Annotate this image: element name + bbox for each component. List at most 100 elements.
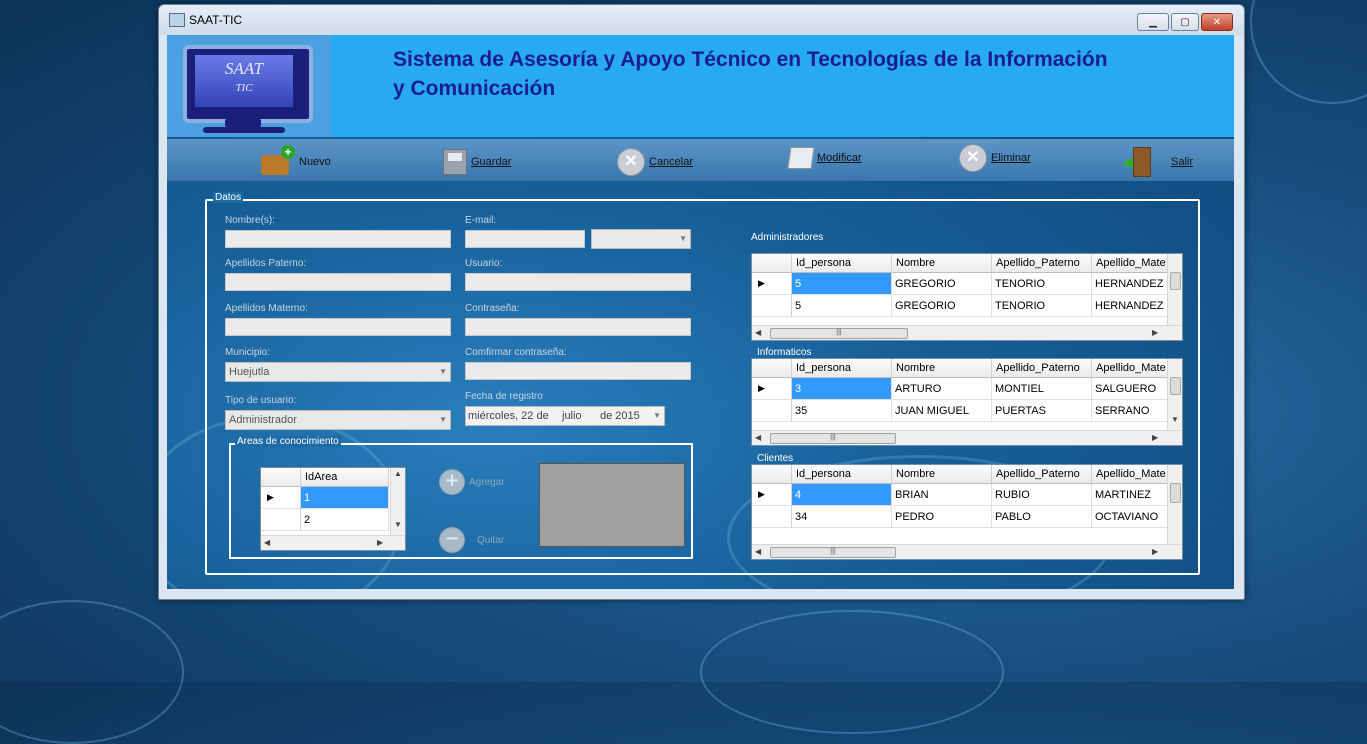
column-header[interactable]: Apellido_Mate: [1092, 465, 1168, 484]
row-selector[interactable]: [752, 295, 792, 317]
new-label: Nuevo: [299, 156, 331, 168]
row-selector[interactable]: ▶: [261, 487, 301, 509]
table-cell[interactable]: 4: [792, 484, 892, 506]
exit-button[interactable]: Salir: [1122, 147, 1193, 177]
table-cell[interactable]: 1: [301, 487, 389, 509]
column-header[interactable]: Nombre: [892, 254, 992, 273]
horizontal-scrollbar[interactable]: ◀ ||| ▶: [752, 325, 1182, 340]
table-cell[interactable]: PUERTAS: [992, 400, 1092, 422]
table-cell[interactable]: 35: [792, 400, 892, 422]
row-selector[interactable]: [261, 509, 301, 531]
table-cell[interactable]: SALGUERO: [1092, 378, 1168, 400]
table-cell[interactable]: 5: [792, 273, 892, 295]
table-cell[interactable]: PABLO: [992, 506, 1092, 528]
vertical-scrollbar[interactable]: ▼: [1167, 359, 1182, 431]
apellido-materno-label: Apellidos Materno:: [225, 303, 308, 314]
maximize-button[interactable]: ▢: [1171, 13, 1199, 31]
table-cell[interactable]: BRIAN: [892, 484, 992, 506]
municipio-select[interactable]: Huejutla ▼: [225, 362, 451, 382]
table-cell[interactable]: JUAN MIGUEL: [892, 400, 992, 422]
table-cell[interactable]: TENORIO: [992, 295, 1092, 317]
email-label: E-mail:: [465, 215, 497, 226]
contrasena-field[interactable]: [465, 318, 691, 336]
column-header[interactable]: Id_persona: [792, 359, 892, 378]
confirmar-contrasena-field[interactable]: [465, 362, 691, 380]
row-selector[interactable]: ▶: [752, 273, 792, 295]
new-button[interactable]: Nuevo: [261, 145, 331, 177]
column-header[interactable]: Id_persona: [792, 254, 892, 273]
informaticos-label: Informaticos: [757, 347, 812, 358]
tipo-usuario-select[interactable]: Administrador ▼: [225, 410, 451, 430]
modify-label: Modificar: [817, 152, 862, 164]
municipio-value: Huejutla: [229, 366, 270, 378]
row-selector[interactable]: ▶: [752, 484, 792, 506]
email-field[interactable]: [465, 230, 585, 248]
column-header[interactable]: Apellido_Paterno: [992, 465, 1092, 484]
app-window: SAAT-TIC ▁ ▢ ✕ SAAT TIC Sistema de Aseso…: [158, 4, 1245, 600]
table-cell[interactable]: MONTIEL: [992, 378, 1092, 400]
column-header[interactable]: Apellido_Mate: [1092, 254, 1168, 273]
delete-button[interactable]: ✕ Eliminar: [959, 143, 1031, 173]
desktop-swirl: [0, 600, 184, 744]
table-cell[interactable]: GREGORIO: [892, 295, 992, 317]
toolbar: Nuevo Guardar ✕ Cancelar Modificar ✕ Eli…: [167, 139, 1234, 181]
row-selector[interactable]: ▶: [752, 378, 792, 400]
horizontal-scrollbar[interactable]: ◀ ||| ▶: [752, 544, 1182, 559]
table-cell[interactable]: TENORIO: [992, 273, 1092, 295]
add-area-button[interactable]: +: [439, 469, 465, 495]
cancel-icon: ✕: [617, 148, 645, 176]
row-selector[interactable]: [752, 506, 792, 528]
table-cell[interactable]: HERNANDEZ: [1092, 295, 1168, 317]
folder-add-icon: [261, 145, 295, 175]
table-cell[interactable]: PEDRO: [892, 506, 992, 528]
table-cell[interactable]: 34: [792, 506, 892, 528]
horizontal-scrollbar[interactable]: ◀ ▶: [261, 535, 405, 550]
horizontal-scrollbar[interactable]: ◀ ||| ▶: [752, 430, 1182, 445]
minimize-button[interactable]: ▁: [1137, 13, 1169, 31]
table-cell[interactable]: HERNANDEZ: [1092, 273, 1168, 295]
areas-legend: Areas de conocimiento: [235, 436, 341, 447]
table-cell[interactable]: RUBIO: [992, 484, 1092, 506]
table-cell[interactable]: OCTAVIANO: [1092, 506, 1168, 528]
apellido-materno-field[interactable]: [225, 318, 451, 336]
table-cell[interactable]: 3: [792, 378, 892, 400]
apellido-paterno-field[interactable]: [225, 273, 451, 291]
usuario-field[interactable]: [465, 273, 691, 291]
fecha-registro-picker[interactable]: miércoles, 22 de julio de 2015 ▼: [465, 406, 665, 426]
column-header[interactable]: Apellido_Paterno: [992, 359, 1092, 378]
column-header[interactable]: IdArea: [301, 468, 389, 487]
informaticos-grid[interactable]: Id_persona Nombre Apellido_Paterno Apell…: [751, 358, 1183, 446]
areas-grid[interactable]: IdArea ▶ 1 2 ▲ ▼ ◀ ▶: [260, 467, 406, 551]
vertical-scrollbar[interactable]: [1167, 254, 1182, 326]
fecha-day: miércoles, 22 de: [468, 410, 549, 422]
column-header[interactable]: Apellido_Paterno: [992, 254, 1092, 273]
email-domain-select[interactable]: ▼: [591, 229, 691, 249]
clientes-grid[interactable]: Id_persona Nombre Apellido_Paterno Apell…: [751, 464, 1183, 560]
close-button[interactable]: ✕: [1201, 13, 1233, 31]
table-cell[interactable]: GREGORIO: [892, 273, 992, 295]
table-cell[interactable]: 5: [792, 295, 892, 317]
nombre-field[interactable]: [225, 230, 451, 248]
vertical-scrollbar[interactable]: [1167, 465, 1182, 545]
row-selector[interactable]: [752, 400, 792, 422]
floppy-disk-icon: [443, 149, 467, 175]
clientes-label: Clientes: [757, 453, 794, 464]
photo-box[interactable]: [539, 463, 685, 547]
column-header[interactable]: Apellido_Mate: [1092, 359, 1168, 378]
table-cell[interactable]: SERRANO: [1092, 400, 1168, 422]
save-button[interactable]: Guardar: [443, 147, 511, 177]
column-header[interactable]: Id_persona: [792, 465, 892, 484]
cancel-button[interactable]: ✕ Cancelar: [617, 147, 693, 177]
column-header[interactable]: Nombre: [892, 359, 992, 378]
table-cell[interactable]: 2: [301, 509, 389, 531]
save-label: Guardar: [471, 156, 512, 168]
table-cell[interactable]: MARTINEZ: [1092, 484, 1168, 506]
vertical-scrollbar[interactable]: ▲ ▼: [390, 468, 405, 536]
remove-area-button[interactable]: −: [439, 527, 465, 553]
administradores-grid[interactable]: Id_persona Nombre Apellido_Paterno Apell…: [751, 253, 1183, 341]
desktop-swirl: [1250, 0, 1367, 104]
column-header[interactable]: Nombre: [892, 465, 992, 484]
fecha-month: julio: [562, 410, 582, 422]
table-cell[interactable]: ARTURO: [892, 378, 992, 400]
modify-button[interactable]: Modificar: [787, 143, 862, 173]
